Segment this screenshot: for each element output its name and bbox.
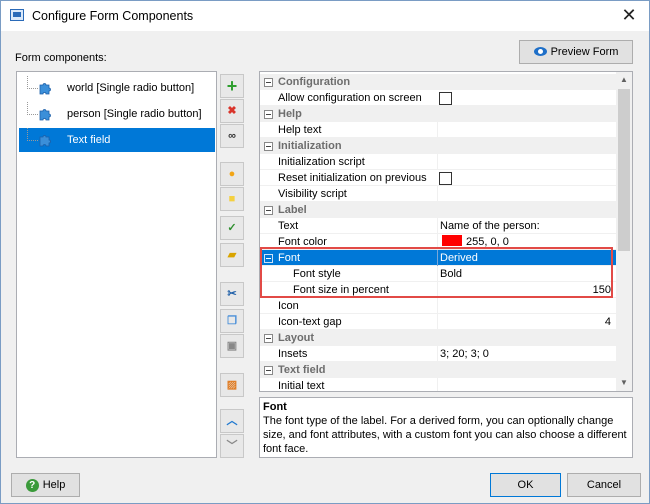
property-name: Initial text — [278, 380, 325, 392]
tree-item-label: world [Single radio button] — [67, 82, 195, 94]
property-value[interactable]: Name of the person: — [437, 218, 613, 234]
property-value[interactable]: 3; 20; 3; 0 — [437, 346, 613, 362]
property-category[interactable]: Initialization — [260, 138, 616, 154]
collapse-toggle-icon[interactable] — [264, 142, 273, 151]
property-category[interactable]: Label — [260, 202, 616, 218]
tree-connector — [27, 76, 38, 89]
components-label: Form components: — [15, 52, 107, 64]
description-title: Font — [263, 401, 287, 413]
collapse-toggle-icon[interactable] — [264, 78, 273, 87]
dialog-window: Configure Form Components ✕ Form compone… — [0, 0, 650, 504]
property-category[interactable]: Text field — [260, 362, 616, 378]
comment-icon[interactable]: ● — [220, 162, 244, 186]
color-swatch — [442, 235, 462, 246]
puzzle-icon — [39, 109, 51, 121]
property-name: Text field — [278, 364, 326, 376]
up-arrow-icon[interactable]: ︿ — [220, 409, 244, 433]
tree-item[interactable]: world [Single radio button] — [19, 76, 215, 100]
scroll-up-icon[interactable]: ▲ — [616, 72, 632, 88]
window-title: Configure Form Components — [32, 9, 194, 23]
help-button[interactable]: ? Help — [11, 473, 80, 497]
description-text: The font type of the label. For a derive… — [263, 415, 627, 455]
property-name: Insets — [278, 348, 308, 360]
check-icon[interactable]: ✓ — [220, 216, 244, 240]
property-row[interactable]: Insets 3; 20; 3; 0 — [260, 346, 616, 362]
property-row[interactable]: Visibility script — [260, 186, 616, 202]
property-name: Text — [278, 220, 299, 232]
property-name: Layout — [278, 332, 315, 344]
property-value[interactable]: 4 — [437, 314, 613, 330]
property-value[interactable] — [437, 122, 613, 138]
collapse-toggle-icon[interactable] — [264, 206, 273, 215]
find-icon[interactable]: ∞ — [220, 124, 244, 148]
property-value[interactable] — [437, 378, 613, 391]
collapse-toggle-icon[interactable] — [264, 110, 273, 119]
cancel-button[interactable]: Cancel — [567, 473, 641, 497]
description-panel: Font The font type of the label. For a d… — [259, 397, 633, 458]
property-category[interactable]: Help — [260, 106, 616, 122]
preview-form-label: Preview Form — [550, 46, 619, 58]
property-value[interactable] — [437, 186, 613, 202]
folder-icon[interactable]: ▰ — [220, 243, 244, 267]
property-name: Initialization script — [278, 156, 365, 168]
property-name: Help — [278, 108, 302, 120]
property-value[interactable] — [437, 298, 613, 314]
tree-connector — [27, 128, 38, 141]
scroll-thumb[interactable] — [618, 89, 630, 251]
collapse-toggle-icon[interactable] — [264, 366, 273, 375]
help-label: Help — [42, 479, 66, 491]
down-arrow-icon[interactable]: ﹀ — [220, 434, 244, 458]
property-name: Configuration — [278, 76, 351, 88]
vertical-scrollbar[interactable]: ▲ ▼ — [616, 72, 632, 391]
close-icon[interactable]: ✕ — [621, 5, 637, 25]
property-row[interactable]: Reset initialization on previous — [260, 170, 616, 186]
eye-icon — [533, 47, 547, 56]
property-category[interactable]: Layout — [260, 330, 616, 346]
property-name: Icon — [278, 300, 299, 312]
copy-icon[interactable]: ❐ — [220, 309, 244, 333]
property-name: Reset initialization on previous — [278, 172, 427, 184]
paste-icon[interactable]: ▣ — [220, 334, 244, 358]
puzzle-icon — [39, 135, 51, 147]
cut-icon[interactable]: ✂ — [220, 282, 244, 306]
delete-icon[interactable]: ✖ — [220, 99, 244, 123]
property-name: Visibility script — [278, 188, 347, 200]
tree-item-label: person [Single radio button] — [67, 108, 202, 120]
help-icon: ? — [25, 479, 39, 492]
tree-item[interactable]: Text field — [19, 128, 215, 152]
property-name: Help text — [278, 124, 322, 136]
note-icon[interactable]: ■ — [220, 187, 244, 211]
property-value[interactable] — [437, 154, 613, 170]
property-row[interactable]: Icon-text gap 4 — [260, 314, 616, 330]
property-row[interactable]: Initialization script — [260, 154, 616, 170]
tree-connector — [27, 102, 38, 115]
add-icon[interactable]: + — [220, 74, 244, 98]
collapse-toggle-icon[interactable] — [264, 334, 273, 343]
property-checkbox[interactable] — [439, 92, 452, 105]
property-row[interactable]: Initial text — [260, 378, 616, 392]
property-category[interactable]: Configuration — [260, 74, 616, 90]
property-grid[interactable]: Configuration Allow configuration on scre… — [259, 71, 633, 392]
title-bar: Configure Form Components ✕ — [1, 1, 649, 31]
scroll-down-icon[interactable]: ▼ — [616, 375, 632, 391]
tree-item[interactable]: person [Single radio button] — [19, 102, 215, 126]
property-row[interactable]: Allow configuration on screen — [260, 90, 616, 106]
property-name: Initialization — [278, 140, 342, 152]
property-name: Label — [278, 204, 307, 216]
property-name: Allow configuration on screen — [278, 92, 422, 104]
property-name: Icon-text gap — [278, 316, 342, 328]
image-icon[interactable]: ▨ — [220, 373, 244, 397]
app-icon — [10, 9, 24, 21]
property-row[interactable]: Icon — [260, 298, 616, 314]
components-tree[interactable]: world [Single radio button] person [Singl… — [16, 71, 217, 458]
puzzle-icon — [39, 83, 51, 95]
ok-button[interactable]: OK — [490, 473, 561, 497]
font-highlight-box — [260, 247, 613, 298]
property-row[interactable]: Text Name of the person: — [260, 218, 616, 234]
property-checkbox[interactable] — [439, 172, 452, 185]
tree-item-label: Text field — [67, 134, 111, 146]
property-row[interactable]: Help text — [260, 122, 616, 138]
preview-form-button[interactable]: Preview Form — [519, 40, 633, 64]
